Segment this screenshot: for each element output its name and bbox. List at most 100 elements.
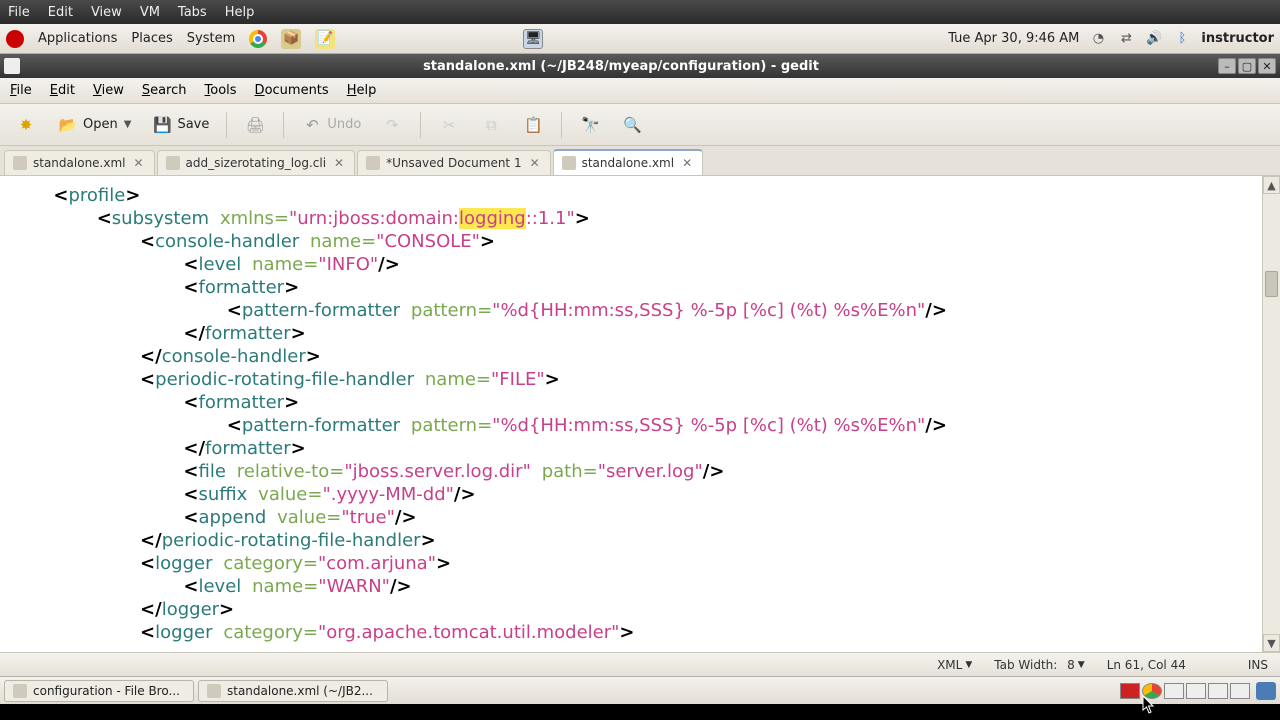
menu-search[interactable]: Search <box>142 83 187 98</box>
vm-menu-view[interactable]: View <box>91 5 122 20</box>
network-tray-icon[interactable]: ⇄ <box>1117 30 1135 48</box>
undo-arrow-icon: ↶ <box>301 114 323 136</box>
menu-system[interactable]: System <box>187 31 235 46</box>
redo-arrow-icon: ↷ <box>381 114 403 136</box>
vm-menu-tabs[interactable]: Tabs <box>178 5 207 20</box>
gedit-icon <box>207 684 221 698</box>
workspace-5[interactable] <box>1208 683 1228 699</box>
vm-menu-vm[interactable]: VM <box>140 5 160 20</box>
tab-unsaved-1[interactable]: *Unsaved Document 1 ✕ <box>357 150 551 175</box>
vertical-scrollbar[interactable]: ▲ ▼ <box>1262 176 1280 652</box>
tab-close-icon[interactable]: ✕ <box>132 156 146 170</box>
folder-icon <box>13 684 27 698</box>
open-button[interactable]: 📂Open▼ <box>50 109 138 141</box>
language-selector[interactable]: XML▼ <box>937 658 972 672</box>
scroll-thumb[interactable] <box>1265 271 1278 297</box>
chevron-down-icon: ▼ <box>1078 660 1085 670</box>
undo-label: Undo <box>327 117 361 132</box>
cursor-position: Ln 61, Col 44 <box>1107 658 1186 672</box>
taskbar-item-filebrowser[interactable]: configuration - File Bro... <box>4 680 194 702</box>
file-icon <box>13 156 27 170</box>
package-launcher-icon[interactable]: 📦 <box>281 29 301 49</box>
scroll-up-button[interactable]: ▲ <box>1263 176 1280 194</box>
tab-label: *Unsaved Document 1 <box>386 156 522 170</box>
new-file-icon: ✸ <box>15 114 37 136</box>
text-editor[interactable]: <profile> <subsystem xmlns="urn:jboss:do… <box>0 176 1262 652</box>
close-button[interactable]: ✕ <box>1258 58 1276 74</box>
status-bar: XML▼ Tab Width: 8▼ Ln 61, Col 44 INS <box>0 652 1280 676</box>
find-replace-icon: 🔍 <box>621 114 643 136</box>
menu-help[interactable]: Help <box>347 83 377 98</box>
workspace-1[interactable] <box>1120 683 1140 699</box>
insert-mode[interactable]: INS <box>1248 658 1268 672</box>
vm-host-menubar: File Edit View VM Tabs Help <box>0 0 1280 24</box>
workspace-6[interactable] <box>1230 683 1250 699</box>
trash-icon[interactable] <box>1256 682 1276 700</box>
tab-standalone-2[interactable]: standalone.xml ✕ <box>553 149 704 175</box>
find-button[interactable]: 🔭 <box>572 109 608 141</box>
taskbar-item-gedit[interactable]: standalone.xml (~/JB2... <box>198 680 388 702</box>
tab-label: add_sizerotating_log.cli <box>186 156 327 170</box>
toolbar-separator <box>283 112 284 138</box>
tab-close-icon[interactable]: ✕ <box>528 156 542 170</box>
menu-file[interactable]: File <box>10 83 32 98</box>
undo-button[interactable]: ↶ Undo <box>294 109 368 141</box>
chrome-launcher-icon[interactable] <box>249 30 267 48</box>
cut-button[interactable]: ✂ <box>431 109 467 141</box>
file-icon <box>366 156 380 170</box>
open-dropdown-icon[interactable]: ▼ <box>124 119 132 130</box>
language-label: XML <box>937 658 962 672</box>
toolbar-separator <box>420 112 421 138</box>
workspace-3[interactable] <box>1164 683 1184 699</box>
window-titlebar[interactable]: standalone.xml (~/JB248/myeap/configurat… <box>0 54 1280 78</box>
menu-documents[interactable]: Documents <box>255 83 329 98</box>
scroll-down-button[interactable]: ▼ <box>1263 634 1280 652</box>
maximize-button[interactable]: ▢ <box>1238 58 1256 74</box>
toolbar-separator <box>561 112 562 138</box>
clock[interactable]: Tue Apr 30, 9:46 AM <box>948 31 1079 46</box>
gnome-bottom-panel: configuration - File Bro... standalone.x… <box>0 676 1280 704</box>
tab-standalone-1[interactable]: standalone.xml✕ <box>4 150 155 175</box>
toolbar-separator <box>226 112 227 138</box>
distro-logo-icon[interactable] <box>6 30 24 48</box>
tab-add-sizerotating[interactable]: add_sizerotating_log.cli ✕ <box>157 150 356 175</box>
menu-applications[interactable]: Applications <box>38 31 117 46</box>
file-icon <box>562 156 576 170</box>
bluetooth-tray-icon[interactable]: ᛒ <box>1173 30 1191 48</box>
menu-view[interactable]: View <box>93 83 124 98</box>
editor-area: <profile> <subsystem xmlns="urn:jboss:do… <box>0 176 1280 652</box>
tab-close-icon[interactable]: ✕ <box>680 156 694 170</box>
menu-places[interactable]: Places <box>131 31 172 46</box>
copy-button[interactable]: ⧉ <box>473 109 509 141</box>
workspace-2[interactable] <box>1142 683 1162 699</box>
cpu-tray-icon[interactable]: ◔ <box>1089 30 1107 48</box>
save-button[interactable]: 💾Save <box>144 109 216 141</box>
print-button[interactable]: 🖨 <box>237 109 273 141</box>
folder-open-icon: 📂 <box>57 114 79 136</box>
find-replace-button[interactable]: 🔍 <box>614 109 650 141</box>
vm-menu-help[interactable]: Help <box>225 5 255 20</box>
tab-label: standalone.xml <box>582 156 675 170</box>
redo-button[interactable]: ↷ <box>374 109 410 141</box>
display-launcher-icon[interactable]: 🖥 <box>523 29 543 49</box>
tab-close-icon[interactable]: ✕ <box>332 156 346 170</box>
file-icon <box>166 156 180 170</box>
menu-edit[interactable]: Edit <box>50 83 75 98</box>
document-tab-bar: standalone.xml ✕ add_sizerotating_log.cli… <box>0 146 1280 176</box>
window-title: standalone.xml (~/JB248/myeap/configurat… <box>26 59 1216 74</box>
tab-width-selector[interactable]: Tab Width: 8▼ <box>994 658 1084 672</box>
user-menu[interactable]: instructor <box>1201 31 1274 46</box>
vm-menu-edit[interactable]: Edit <box>48 5 73 20</box>
scissors-icon: ✂ <box>438 114 460 136</box>
minimize-button[interactable]: – <box>1218 58 1236 74</box>
printer-icon: 🖨 <box>244 114 266 136</box>
workspace-4[interactable] <box>1186 683 1206 699</box>
clipboard-icon: 📋 <box>522 114 544 136</box>
new-button[interactable]: ✸ <box>8 109 44 141</box>
volume-tray-icon[interactable]: 🔊 <box>1145 30 1163 48</box>
paste-button[interactable]: 📋 <box>515 109 551 141</box>
menu-tools[interactable]: Tools <box>205 83 237 98</box>
notes-launcher-icon[interactable]: 📝 <box>315 29 335 49</box>
gedit-menubar: File Edit View Search Tools Documents He… <box>0 78 1280 104</box>
vm-menu-file[interactable]: File <box>8 5 30 20</box>
